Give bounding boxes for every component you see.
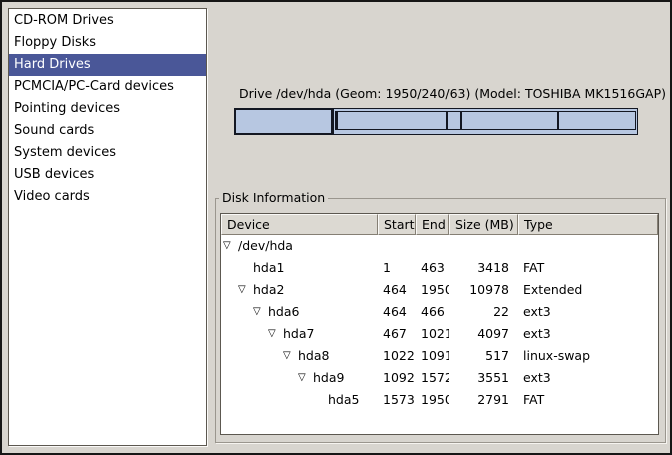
column-header-device[interactable]: Device <box>221 214 378 235</box>
cell-end: 1950 <box>416 279 449 301</box>
sidebar-item-floppy-disks[interactable]: Floppy Disks <box>9 32 206 54</box>
cell-end <box>416 235 449 257</box>
table-row-hda5[interactable]: hda5 157319502791FAT <box>221 389 658 411</box>
sidebar-item-cd-rom-drives[interactable]: CD-ROM Drives <box>9 10 206 32</box>
expander-icon[interactable]: ▽ <box>238 279 253 301</box>
tree-indent <box>221 290 238 291</box>
hardware-browser-window: CD-ROM DrivesFloppy DisksHard DrivesPCMC… <box>0 0 672 455</box>
device-name: /dev/hda <box>238 235 293 257</box>
device-name: hda1 <box>253 257 284 279</box>
tree-indent <box>221 378 298 379</box>
expander-icon[interactable]: ▽ <box>223 235 238 257</box>
cell-size: 517 <box>449 345 518 367</box>
sidebar-item-hard-drives[interactable]: Hard Drives <box>9 54 206 76</box>
cell-start: 1 <box>378 257 416 279</box>
tree-indent <box>221 268 238 269</box>
disk-table-header: DeviceStartEndSize (MB)Type <box>221 214 658 235</box>
cell-end: 1950 <box>416 389 449 411</box>
cell-size: 3551 <box>449 367 518 389</box>
table-row-hda1[interactable]: hda1 14633418FAT <box>221 257 658 279</box>
table-row-dev-hda[interactable]: ▽/dev/hda <box>221 235 658 257</box>
disk-information-label: Disk Information <box>219 190 328 205</box>
cell-end: 1091 <box>416 345 449 367</box>
sidebar-item-sound-cards[interactable]: Sound cards <box>9 120 206 142</box>
drive-title: Drive /dev/hda (Geom: 1950/240/63) (Mode… <box>239 86 666 101</box>
partition-bar <box>234 108 638 135</box>
device-name: hda5 <box>328 389 359 411</box>
cell-type: ext3 <box>518 301 658 323</box>
disk-table-body: ▽/dev/hdahda114633418FAT▽hda246419501097… <box>221 235 658 411</box>
cell-size: 22 <box>449 301 518 323</box>
cell-end: 1572 <box>416 367 449 389</box>
expander-icon[interactable]: ▽ <box>298 367 313 389</box>
tree-indent <box>221 334 268 335</box>
cell-start: 1092 <box>378 367 416 389</box>
cell-type: Extended <box>518 279 658 301</box>
device-name: hda2 <box>253 279 284 301</box>
partition-segment-hda7 <box>337 111 447 130</box>
device-name: hda7 <box>283 323 314 345</box>
cell-type: FAT <box>518 389 658 411</box>
cell-type: FAT <box>518 257 658 279</box>
disk-information-frame: Disk Information DeviceStartEndSize (MB)… <box>215 198 666 443</box>
column-header-start[interactable]: Start <box>378 214 416 235</box>
expander-icon[interactable]: ▽ <box>283 345 298 367</box>
expander-icon[interactable]: ▽ <box>268 323 283 345</box>
cell-type: ext3 <box>518 367 658 389</box>
expander-icon[interactable]: ▽ <box>253 301 268 323</box>
partition-segment-hda9 <box>461 111 558 130</box>
device-name: hda9 <box>313 367 344 389</box>
cell-size: 3418 <box>449 257 518 279</box>
disk-table: DeviceStartEndSize (MB)Type ▽/dev/hdahda… <box>220 213 659 435</box>
cell-type: ext3 <box>518 323 658 345</box>
column-header-end[interactable]: End <box>416 214 449 235</box>
table-row-hda8[interactable]: ▽hda8 10221091517linux-swap <box>221 345 658 367</box>
sidebar-item-pcmcia-pc-card-devices[interactable]: PCMCIA/PC-Card devices <box>9 76 206 98</box>
column-header-size-mb[interactable]: Size (MB) <box>449 214 518 235</box>
cell-end: 466 <box>416 301 449 323</box>
table-row-hda9[interactable]: ▽hda9 109215723551ext3 <box>221 367 658 389</box>
tree-indent <box>221 312 253 313</box>
device-name: hda6 <box>268 301 299 323</box>
cell-end: 463 <box>416 257 449 279</box>
column-header-type[interactable]: Type <box>518 214 658 235</box>
sidebar-item-video-cards[interactable]: Video cards <box>9 186 206 208</box>
cell-start <box>378 235 416 257</box>
sidebar-item-pointing-devices[interactable]: Pointing devices <box>9 98 206 120</box>
partition-segment-hda1 <box>234 108 333 135</box>
partition-segment-hda8 <box>447 111 461 130</box>
cell-type: linux-swap <box>518 345 658 367</box>
tree-indent <box>221 356 283 357</box>
cell-size: 10978 <box>449 279 518 301</box>
partition-segment-hda5 <box>558 111 636 130</box>
cell-size: 2791 <box>449 389 518 411</box>
tree-indent <box>221 400 313 401</box>
cell-type <box>518 235 658 257</box>
device-name: hda8 <box>298 345 329 367</box>
table-row-hda2[interactable]: ▽hda2 464195010978Extended <box>221 279 658 301</box>
sidebar-item-system-devices[interactable]: System devices <box>9 142 206 164</box>
cell-start: 467 <box>378 323 416 345</box>
cell-start: 1573 <box>378 389 416 411</box>
cell-start: 464 <box>378 279 416 301</box>
device-category-list: CD-ROM DrivesFloppy DisksHard DrivesPCMC… <box>8 8 207 446</box>
cell-size: 4097 <box>449 323 518 345</box>
cell-start: 464 <box>378 301 416 323</box>
sidebar-item-usb-devices[interactable]: USB devices <box>9 164 206 186</box>
table-row-hda7[interactable]: ▽hda7 46710214097ext3 <box>221 323 658 345</box>
table-row-hda6[interactable]: ▽hda6 46446622ext3 <box>221 301 658 323</box>
cell-end: 1021 <box>416 323 449 345</box>
cell-size <box>449 235 518 257</box>
cell-start: 1022 <box>378 345 416 367</box>
